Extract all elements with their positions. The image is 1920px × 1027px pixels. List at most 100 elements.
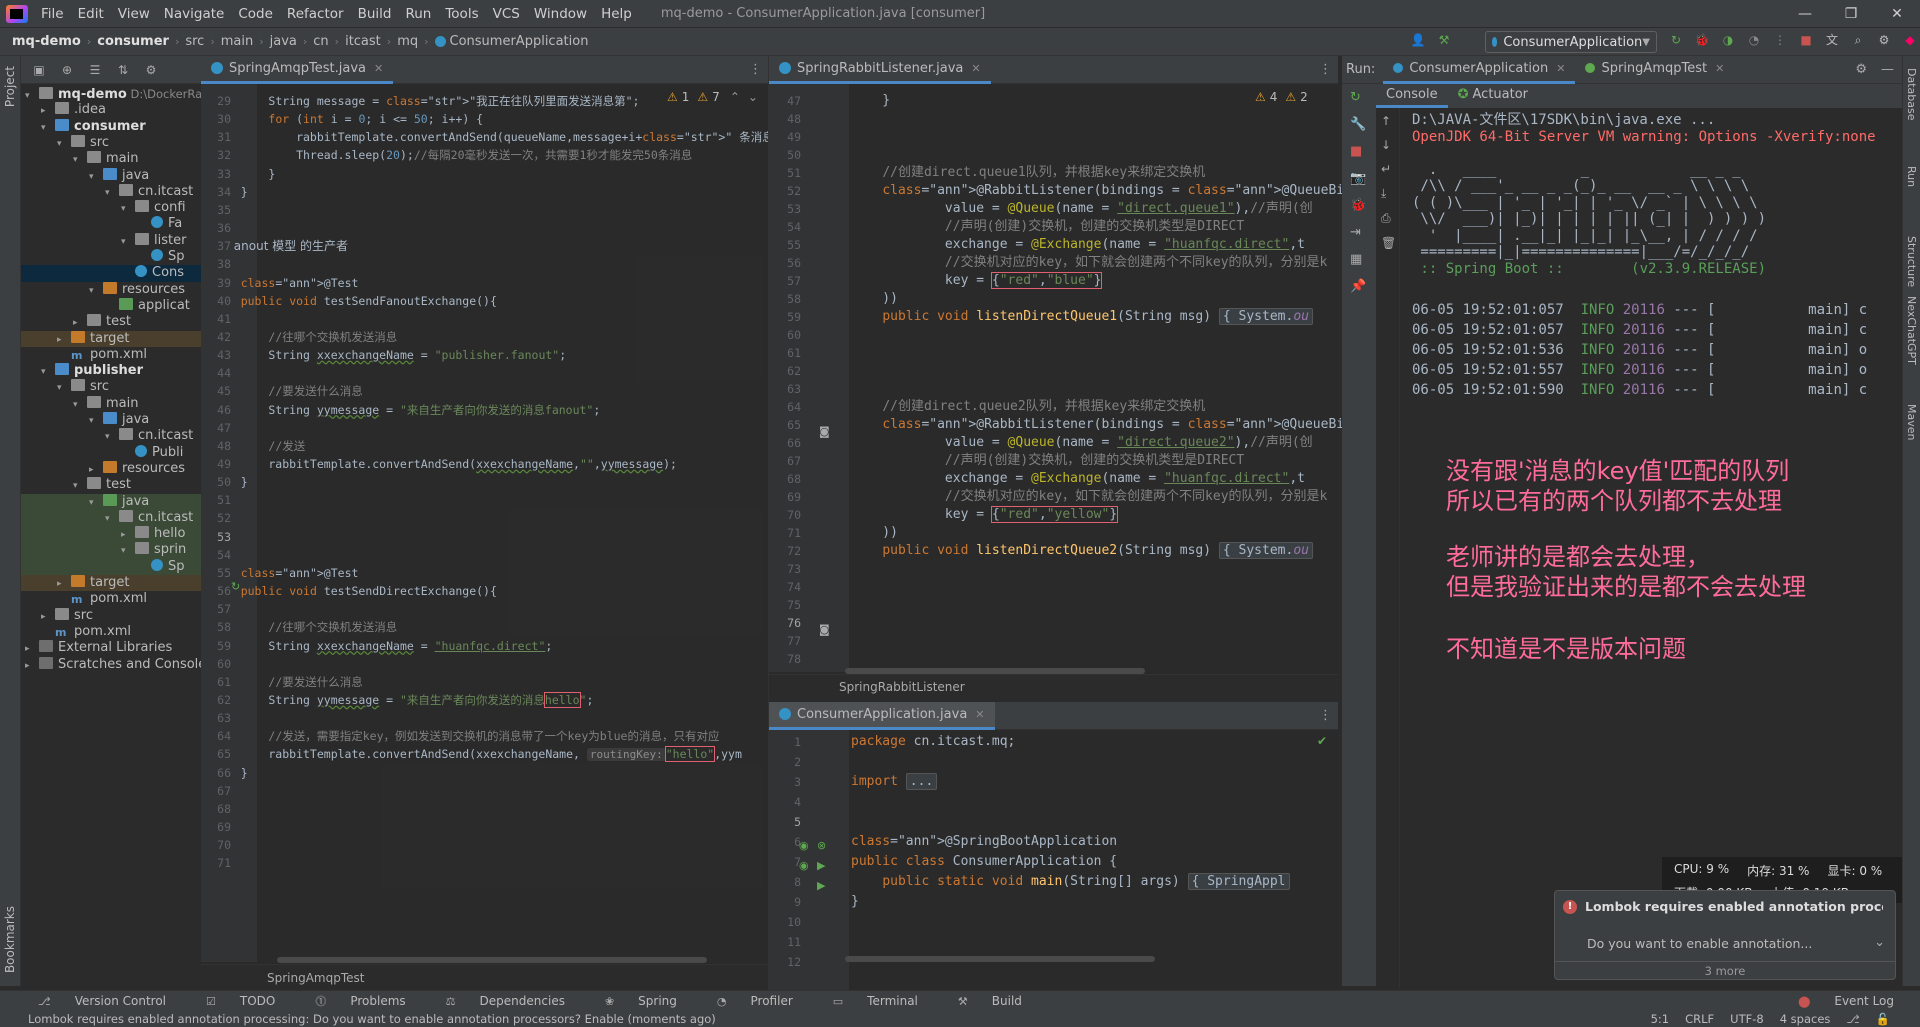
profile-icon[interactable]: ◔ [1746,32,1762,48]
spring-boot-icon[interactable]: ◉ [799,839,809,852]
run-icon[interactable]: ▶ [817,859,825,872]
tree-item[interactable]: ▾ publisher [21,363,201,379]
search-icon[interactable]: ⌕ [1850,32,1866,48]
wrench-icon[interactable]: 🔧 [1350,117,1366,132]
tree-item[interactable]: ▸ Scratches and Consoles [21,656,201,674]
notification-more[interactable]: 3 more [1555,964,1895,978]
close-icon[interactable]: ✕ [1874,0,1920,28]
settings-icon[interactable]: ⚙ [1855,62,1867,77]
tree-item[interactable]: ▾ resources [21,281,201,299]
tool-terminal[interactable]: ▭ Terminal [823,993,928,1009]
layout-icon[interactable]: ▦ [1350,252,1366,267]
bean-icon[interactable]: ◙ [819,425,830,438]
tree-item[interactable]: Sp [21,558,201,575]
restore-icon[interactable]: ❐ [1828,0,1874,28]
menu-view[interactable]: View [111,6,157,22]
stop-icon[interactable]: ■ [1798,32,1814,48]
console-output[interactable]: D:\JAVA-文件区\17SDK\bin\java.exe ... OpenJD… [1400,108,1902,988]
close-icon[interactable]: ✕ [1715,62,1724,75]
inspection-widget[interactable]: ⚠ 1 ⚠ 7 ⌃ ⌄ [667,90,758,104]
expand-arrow-icon[interactable]: ▾ [105,429,119,445]
breadcrumb-item[interactable]: java [270,34,297,49]
expand-arrow-icon[interactable]: ▾ [73,478,87,494]
more-tabs-icon[interactable]: ⋮ [749,62,762,77]
bean-icon[interactable]: ◙ [819,623,830,636]
right-tool-structure[interactable]: Structure [1905,236,1918,287]
close-icon[interactable]: ✕ [374,62,383,75]
expand-arrow-icon[interactable]: ▾ [121,543,135,559]
translate-icon[interactable]: 文 [1824,32,1840,48]
trash-icon[interactable]: 🗑 [1381,236,1396,250]
expand-arrow-icon[interactable]: ▸ [121,527,135,543]
expand-arrow-icon[interactable]: ▸ [25,641,39,657]
tab-consumerapplication[interactable]: ConsumerApplication.java ✕ [769,701,995,730]
tree-item[interactable]: applicat [21,297,201,314]
tree-item[interactable]: ▸ hello [21,526,201,543]
tree-item[interactable]: ▾ mq-demo D:\DockerRa [21,86,201,102]
tree-item[interactable]: ▾ java [21,167,201,184]
breadcrumb-item[interactable]: main [221,34,253,49]
debug-icon[interactable]: 🐞 [1694,32,1710,48]
tree-item[interactable]: ▸ test [21,314,201,330]
menu-code[interactable]: Code [231,6,280,22]
jetbrains-icon[interactable]: ◆ [1902,32,1918,48]
run-config-select[interactable]: ConsumerApplication ▼ [1485,31,1657,53]
run-icon[interactable]: ▶ [817,879,825,892]
expand-arrow-icon[interactable]: ▸ [41,103,55,119]
expand-arrow-icon[interactable]: ▾ [41,364,55,380]
tree-item[interactable]: ▸ resources [21,460,201,477]
expand-arrow-icon[interactable]: ▸ [25,658,39,674]
tree-item[interactable]: ▾ main [21,151,201,167]
breadcrumb-item[interactable]: itcast [345,34,381,49]
tree-item[interactable]: ▸ .idea [21,102,201,118]
rerun-icon[interactable]: ↻ [1350,90,1366,105]
right-tool-nexchatgpt[interactable]: NexChatGPT [1905,296,1918,365]
tab-console[interactable]: Console [1376,84,1448,108]
lombok-notification[interactable]: ! Lombok requires enabled annotation pro… [1554,890,1896,980]
menu-refactor[interactable]: Refactor [280,6,351,22]
tree-item[interactable]: ▾ test [21,477,201,493]
indent-setting[interactable]: 4 spaces [1780,1012,1831,1026]
breadcrumb-item[interactable]: consumer [97,34,169,49]
expand-arrow-icon[interactable]: ▾ [121,201,135,217]
tool-version-control[interactable]: ⎇ Version Control [28,993,176,1009]
expand-arrow-icon[interactable]: ▾ [105,511,119,527]
tree-item[interactable]: ▾ main [21,395,201,412]
stop-icon[interactable]: ■ [1350,144,1366,159]
menu-file[interactable]: File [34,6,71,22]
run-tab-springamqptest[interactable]: SpringAmqpTest ✕ [1575,56,1734,84]
file-encoding[interactable]: UTF-8 [1730,1012,1764,1026]
expand-arrow-icon[interactable]: ▾ [89,283,103,299]
run-test-icon[interactable]: ↻ [231,580,240,593]
locate-icon[interactable]: ⊕ [59,62,75,78]
settings-icon[interactable]: ⚙ [1876,32,1892,48]
exit-icon[interactable]: ⇥ [1350,225,1366,240]
breadcrumb-item[interactable]: src [185,34,204,49]
minimize-panel-icon[interactable]: — [1881,62,1894,77]
tree-item[interactable]: ▾ consumer [21,118,201,136]
lock-icon[interactable]: 🔓 [1876,1012,1890,1026]
tool-spring[interactable]: ❀ Spring [595,993,687,1009]
horizontal-scrollbar[interactable] [277,957,707,963]
menu-help[interactable]: Help [594,6,639,22]
line-separator[interactable]: CRLF [1685,1012,1714,1026]
tree-item[interactable]: Fa [21,216,201,232]
expand-all-icon[interactable]: ⇅ [115,62,131,78]
tool-build[interactable]: ⚒ Build [948,993,1032,1009]
tree-item[interactable]: ▸ External Libraries [21,640,201,656]
tree-item[interactable]: ▾ src [21,379,201,395]
rerun-icon[interactable]: ↻ [1668,32,1684,48]
scroll-end-icon[interactable]: ⤓ [1381,186,1396,201]
expand-arrow-icon[interactable]: ▾ [41,120,55,136]
camera-icon[interactable]: 📷 [1350,171,1366,186]
menu-window[interactable]: Window [527,6,594,22]
tree-item[interactable]: ▸ target [21,575,201,592]
tool-problems[interactable]: ⓵ Problems [305,993,415,1009]
menu-edit[interactable]: Edit [71,6,111,22]
spring-boot-icon[interactable]: ◉ [799,859,809,872]
right-tool-database[interactable]: Database [1905,68,1918,121]
menu-run[interactable]: Run [398,6,438,22]
tool-profiler[interactable]: ◔ Profiler [707,993,803,1009]
tree-item[interactable]: ▾ sprin [21,542,201,559]
event-log-button[interactable]: ⬤ Event Log [1788,994,1904,1008]
